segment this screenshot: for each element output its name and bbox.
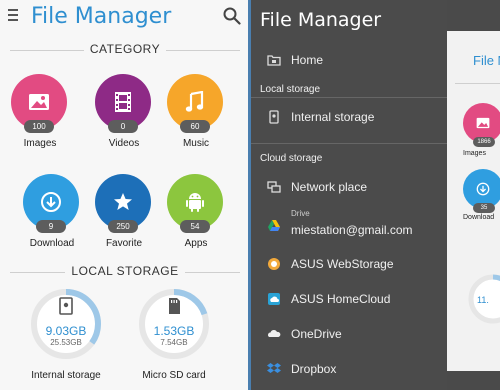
favorite-count-badge: 250 bbox=[108, 220, 138, 233]
storage-used: 9.03GB bbox=[45, 324, 87, 338]
category-favorite[interactable]: 250 Favorite bbox=[94, 174, 154, 254]
storage-total: 7.54GB bbox=[160, 338, 188, 347]
file-manager-main-screen: File Manager CATEGORY 100 Images 0 Video… bbox=[0, 0, 248, 390]
navigation-drawer: File Manager Home Local storage Internal… bbox=[251, 0, 447, 390]
drawer-title: File Manager bbox=[260, 9, 382, 31]
category-download[interactable]: 9 Download bbox=[22, 174, 82, 254]
network-icon bbox=[267, 181, 281, 193]
app-bar: File Manager bbox=[0, 0, 248, 34]
category-label: Apps bbox=[184, 238, 208, 249]
sd-card-icon bbox=[169, 298, 180, 314]
storage-internal[interactable]: 9.03GB 25.53GB Internal storage bbox=[22, 288, 110, 390]
drawer-section-local: Local storage bbox=[260, 84, 321, 95]
storage-name: Internal storage bbox=[31, 370, 101, 381]
category-label: Images bbox=[23, 138, 57, 149]
drawer-item-label: Network place bbox=[291, 180, 368, 194]
background-title: File M bbox=[473, 53, 500, 68]
category-music[interactable]: 60 Music bbox=[166, 74, 226, 154]
storage-usage-ring: 11. bbox=[468, 274, 500, 324]
drawer-item-asus-homecloud[interactable]: ASUS HomeCloud bbox=[251, 287, 447, 311]
drawer-item-asus-webstorage[interactable]: ASUS WebStorage bbox=[251, 252, 447, 276]
drawer-item-label: Home bbox=[291, 53, 324, 67]
onedrive-icon bbox=[268, 330, 281, 337]
category-images[interactable]: 100 Images bbox=[10, 74, 70, 154]
category-header-label: CATEGORY bbox=[83, 42, 167, 56]
drive-account: miestation@gmail.com bbox=[291, 223, 413, 237]
category-videos[interactable]: 0 Videos bbox=[94, 74, 154, 154]
music-count-badge: 60 bbox=[180, 120, 210, 133]
drawer-item-internal-storage[interactable]: Internal storage bbox=[251, 105, 447, 129]
asus-webstorage-icon bbox=[268, 258, 280, 270]
google-drive-icon bbox=[268, 220, 280, 231]
drawer-item-dropbox[interactable]: Dropbox bbox=[251, 357, 447, 381]
phone-storage-icon bbox=[269, 110, 279, 124]
menu-icon[interactable] bbox=[8, 9, 20, 23]
category-label: Music bbox=[182, 138, 210, 149]
storage-sd-card[interactable]: 1.53GB 7.54GB Micro SD card bbox=[130, 288, 218, 390]
category-label: Images bbox=[463, 150, 486, 157]
category-label: Favorite bbox=[105, 238, 143, 249]
category-label: Videos bbox=[108, 138, 140, 149]
category-label: Download bbox=[29, 238, 75, 249]
drawer-item-google-drive[interactable]: Drive miestation@gmail.com bbox=[251, 209, 447, 239]
search-icon[interactable] bbox=[223, 7, 241, 25]
drawer-item-onedrive[interactable]: OneDrive bbox=[251, 322, 447, 346]
asus-homecloud-icon bbox=[268, 293, 280, 305]
home-folder-icon bbox=[267, 55, 281, 66]
local-storage-header-label: LOCAL STORAGE bbox=[65, 264, 185, 278]
category-apps[interactable]: 54 Apps bbox=[166, 174, 226, 254]
drawer-item-home[interactable]: Home bbox=[251, 48, 447, 72]
category-label: Download bbox=[463, 214, 495, 221]
videos-count-badge: 0 bbox=[108, 120, 138, 133]
apps-count-badge: 54 bbox=[180, 220, 210, 233]
drawer-item-label: ASUS HomeCloud bbox=[291, 292, 391, 306]
download-count-badge: 9 bbox=[36, 220, 66, 233]
drawer-item-label: OneDrive bbox=[291, 327, 342, 341]
background-main-screen: File M 1866 Images 35 Download 11. bbox=[447, 31, 500, 371]
drawer-item-label: Internal storage bbox=[291, 110, 375, 124]
storage-name: Micro SD card bbox=[142, 370, 206, 381]
category-header: CATEGORY bbox=[10, 42, 240, 58]
dropbox-icon bbox=[267, 363, 281, 373]
images-count-badge: 100 bbox=[24, 120, 54, 133]
download-count-badge: 35 bbox=[473, 203, 495, 213]
drawer-section-cloud: Cloud storage bbox=[260, 153, 323, 164]
images-count-badge: 1866 bbox=[473, 137, 495, 147]
drawer-item-label: Dropbox bbox=[291, 362, 337, 376]
local-storage-header: LOCAL STORAGE bbox=[10, 264, 240, 280]
storage-used: 11. bbox=[477, 295, 489, 305]
drawer-item-network-place[interactable]: Network place bbox=[251, 175, 447, 199]
navigation-drawer-screen: File M 1866 Images 35 Download 11. File … bbox=[251, 0, 500, 390]
drawer-item-label: ASUS WebStorage bbox=[291, 257, 394, 271]
app-title: File Manager bbox=[31, 4, 172, 29]
storage-used: 1.53GB bbox=[153, 324, 195, 338]
storage-total: 25.53GB bbox=[50, 338, 82, 347]
drive-label: Drive bbox=[291, 209, 310, 218]
